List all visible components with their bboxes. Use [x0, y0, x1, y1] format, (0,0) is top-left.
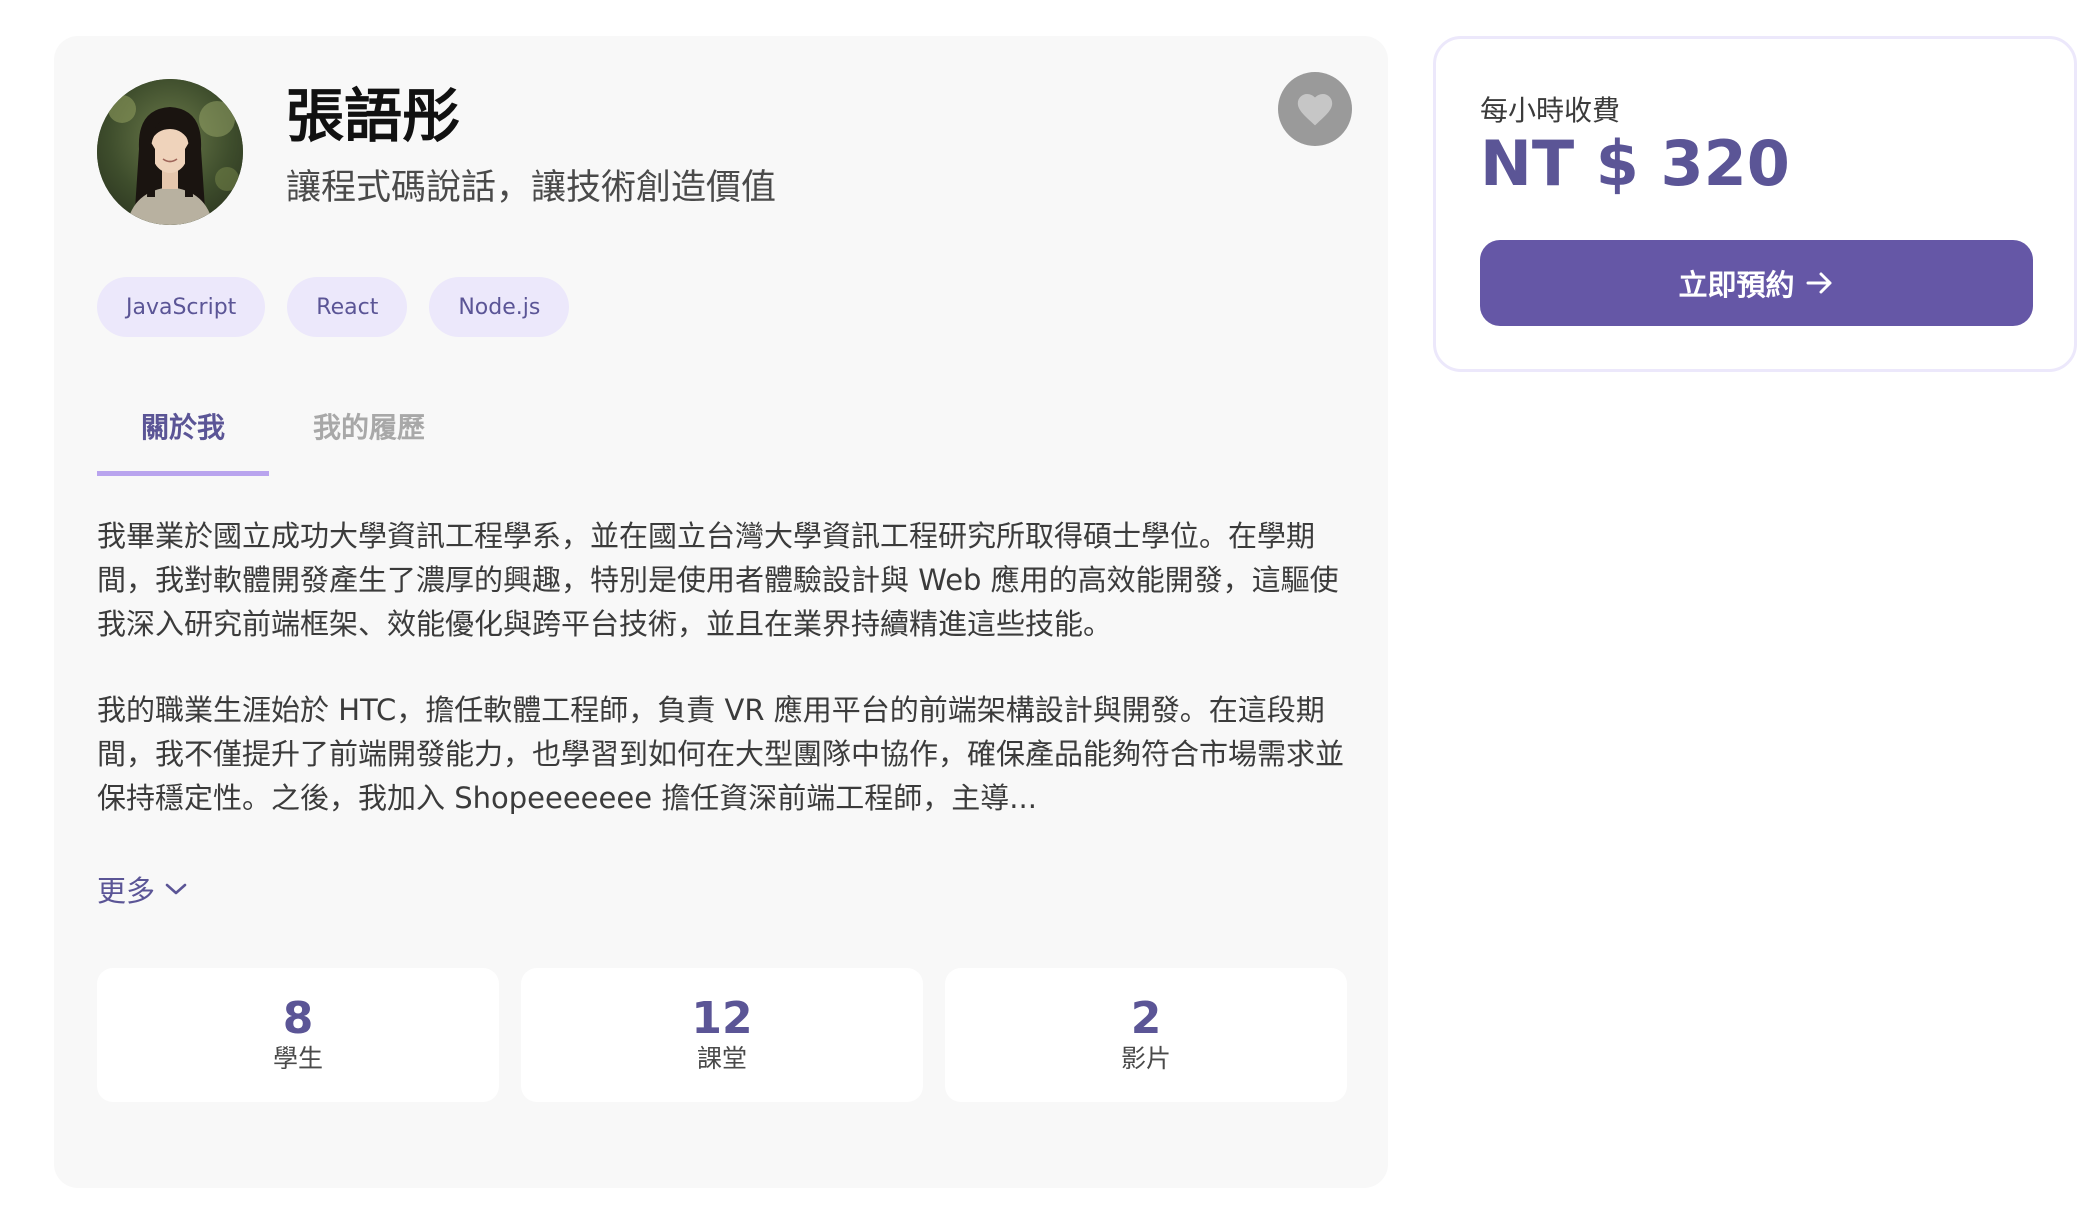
hourly-rate-label: 每小時收費: [1480, 94, 1621, 127]
stats-row: 8 學生 12 課堂 2 影片: [97, 968, 1347, 1102]
book-now-button[interactable]: 立即預約: [1480, 240, 2033, 326]
skill-tags: JavaScript React Node.js: [97, 277, 570, 337]
skill-tag: Node.js: [429, 277, 570, 337]
profile-card: 張語彤 讓程式碼說話，讓技術創造價值 JavaScript React Node…: [54, 36, 1388, 1188]
more-label: 更多: [97, 874, 156, 908]
avatar: [97, 79, 243, 225]
stat-classes: 12 課堂: [521, 968, 923, 1102]
tab-about[interactable]: 關於我: [97, 406, 270, 476]
profile-tabs: 關於我 我的履歷: [97, 406, 469, 476]
avatar-photo: [97, 79, 243, 225]
tutor-name: 張語彤: [286, 82, 461, 150]
stat-value: 12: [691, 992, 753, 1044]
pricing-card: 每小時收費 NT $ 320 立即預約: [1433, 36, 2077, 372]
book-now-label: 立即預約: [1678, 268, 1795, 302]
skill-tag: React: [287, 277, 408, 337]
stat-videos: 2 影片: [945, 968, 1347, 1102]
about-paragraph: 我的職業生涯始於 HTC，擔任軟體工程師，負責 VR 應用平台的前端架構設計與開…: [97, 693, 1345, 815]
about-paragraph: 我畢業於國立成功大學資訊工程學系，並在國立台灣大學資訊工程研究所取得碩士學位。在…: [97, 519, 1339, 641]
tab-resume[interactable]: 我的履歷: [269, 406, 469, 476]
stat-value: 8: [282, 992, 314, 1044]
tutor-profile-page: 張語彤 讓程式碼說話，讓技術創造價值 JavaScript React Node…: [0, 0, 2100, 1214]
stat-label: 課堂: [696, 1043, 747, 1073]
stat-label: 學生: [272, 1043, 323, 1073]
about-section: 我畢業於國立成功大學資訊工程學系，並在國立台灣大學資訊工程研究所取得碩士學位。在…: [97, 514, 1347, 862]
chevron-down-icon: [165, 883, 187, 895]
hourly-rate-value: NT $ 320: [1480, 127, 1790, 200]
more-toggle[interactable]: 更多: [97, 868, 187, 910]
stat-label: 影片: [1120, 1043, 1171, 1073]
stat-value: 2: [1130, 992, 1162, 1044]
stat-students: 8 學生: [97, 968, 499, 1102]
heart-icon: [1297, 93, 1333, 126]
tutor-tagline: 讓程式碼說話，讓技術創造價值: [286, 168, 777, 208]
favorite-button[interactable]: [1278, 72, 1352, 146]
arrow-right-icon: [1806, 272, 1831, 294]
skill-tag: JavaScript: [97, 277, 266, 337]
